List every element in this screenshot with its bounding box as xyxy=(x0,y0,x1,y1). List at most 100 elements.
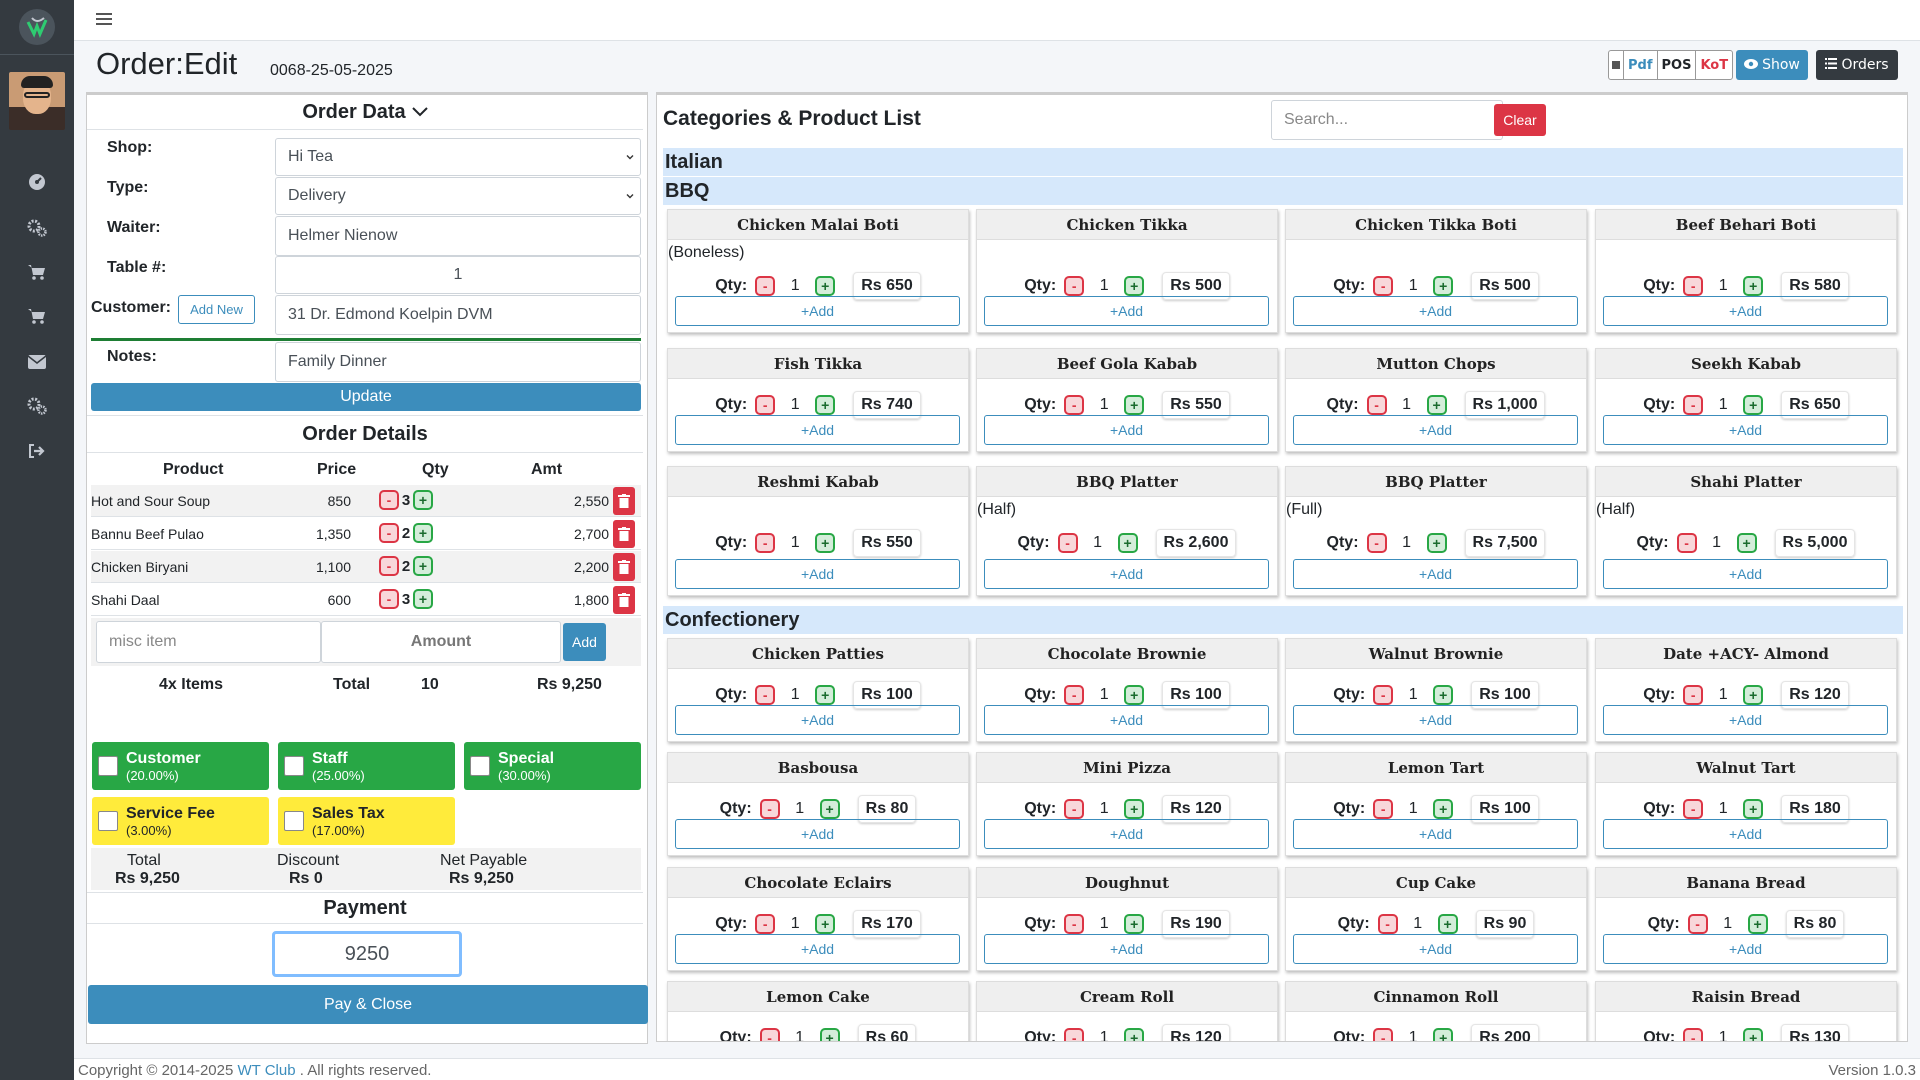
increase-qty-button[interactable]: + xyxy=(1124,685,1145,705)
delete-item-button[interactable] xyxy=(613,487,635,515)
increase-qty-button[interactable]: + xyxy=(1426,395,1447,415)
increase-qty-button[interactable]: + xyxy=(1743,799,1764,819)
qty-value[interactable]: 1 xyxy=(1084,1029,1124,1041)
add-product-button[interactable]: +Add xyxy=(1293,559,1578,589)
qty-value[interactable]: 1 xyxy=(775,396,815,414)
increase-qty-button[interactable]: + xyxy=(1743,685,1764,705)
increase-qty-button[interactable]: + xyxy=(1437,914,1458,934)
waiter-input[interactable]: Helmer Nienow xyxy=(275,216,641,256)
add-product-button[interactable]: +Add xyxy=(1603,705,1888,735)
add-product-button[interactable]: +Add xyxy=(1293,819,1578,849)
decrease-qty-button[interactable]: - xyxy=(1366,395,1387,415)
hamburger-menu-icon[interactable] xyxy=(96,11,114,29)
add-product-button[interactable]: +Add xyxy=(1603,819,1888,849)
increase-qty-button[interactable]: + xyxy=(1433,1028,1454,1041)
increase-qty-button[interactable]: + xyxy=(1426,533,1447,553)
increase-qty-button[interactable]: + xyxy=(1747,914,1768,934)
brand-link[interactable]: WT Club xyxy=(238,1062,296,1079)
add-product-button[interactable]: +Add xyxy=(675,705,960,735)
increase-qty-button[interactable]: + xyxy=(815,276,836,296)
increase-qty-button[interactable]: + xyxy=(1124,276,1145,296)
envelope-icon[interactable] xyxy=(27,352,47,372)
qty-value[interactable]: 1 xyxy=(1703,277,1743,295)
qty-value[interactable]: 1 xyxy=(1393,1029,1433,1041)
add-product-button[interactable]: +Add xyxy=(1603,296,1888,326)
decrease-qty-button[interactable]: - xyxy=(755,395,776,415)
pos-button[interactable]: POS xyxy=(1658,51,1697,79)
cogs-icon[interactable] xyxy=(27,218,47,238)
add-product-button[interactable]: +Add xyxy=(1603,415,1888,445)
increase-qty-button[interactable]: + xyxy=(1743,1028,1764,1041)
orders-button[interactable]: Orders xyxy=(1816,50,1898,80)
qty-value[interactable]: 1 xyxy=(1398,915,1438,933)
increase-qty-button[interactable]: + xyxy=(413,523,433,543)
qty-value[interactable]: 1 xyxy=(1703,1029,1743,1041)
discount-checkbox[interactable] xyxy=(284,756,304,776)
decrease-qty-button[interactable]: - xyxy=(759,1028,780,1041)
add-product-button[interactable]: +Add xyxy=(984,705,1269,735)
notes-input[interactable]: Family Dinner xyxy=(275,342,641,382)
add-product-button[interactable]: +Add xyxy=(1603,934,1888,964)
increase-qty-button[interactable]: + xyxy=(1743,276,1764,296)
increase-qty-button[interactable]: + xyxy=(1117,533,1138,553)
update-button[interactable]: Update xyxy=(91,383,641,411)
user-avatar[interactable] xyxy=(9,72,65,130)
add-product-button[interactable]: +Add xyxy=(984,934,1269,964)
product-search-input[interactable]: Search... xyxy=(1271,100,1503,140)
decrease-qty-button[interactable]: - xyxy=(379,589,399,609)
increase-qty-button[interactable]: + xyxy=(1433,685,1454,705)
decrease-qty-button[interactable]: - xyxy=(1683,1028,1704,1041)
decrease-qty-button[interactable]: - xyxy=(1366,533,1387,553)
order-data-header[interactable]: Order Data xyxy=(87,95,643,130)
decrease-qty-button[interactable]: - xyxy=(759,799,780,819)
discount-customer[interactable]: Customer (20.00%) xyxy=(92,742,269,790)
decrease-qty-button[interactable]: - xyxy=(379,556,399,576)
increase-qty-button[interactable]: + xyxy=(413,556,433,576)
add-product-button[interactable]: +Add xyxy=(984,559,1269,589)
decrease-qty-button[interactable]: - xyxy=(755,533,776,553)
increase-qty-button[interactable]: + xyxy=(815,914,836,934)
cogs-icon[interactable] xyxy=(27,396,47,416)
decrease-qty-button[interactable]: - xyxy=(1687,914,1708,934)
increase-qty-button[interactable]: + xyxy=(1124,1028,1145,1041)
kot-button[interactable]: KoT xyxy=(1696,51,1732,79)
decrease-qty-button[interactable]: - xyxy=(755,914,776,934)
tax-checkbox[interactable] xyxy=(284,811,304,831)
increase-qty-button[interactable]: + xyxy=(815,395,836,415)
add-product-button[interactable]: +Add xyxy=(984,819,1269,849)
add-product-button[interactable]: +Add xyxy=(984,415,1269,445)
service-fee[interactable]: Service Fee (3.00%) xyxy=(92,797,269,845)
qty-value[interactable]: 1 xyxy=(1708,915,1748,933)
qty-value[interactable]: 1 xyxy=(780,800,820,818)
amount-input[interactable]: Amount xyxy=(321,621,561,663)
add-product-button[interactable]: +Add xyxy=(675,819,960,849)
decrease-qty-button[interactable]: - xyxy=(1683,395,1704,415)
decrease-qty-button[interactable]: - xyxy=(1683,685,1704,705)
add-product-button[interactable]: +Add xyxy=(1293,415,1578,445)
shop-select[interactable]: Hi Tea xyxy=(275,138,641,176)
category-bbq[interactable]: BBQ xyxy=(663,177,1903,205)
misc-item-input[interactable]: misc item xyxy=(96,621,321,663)
add-product-button[interactable]: +Add xyxy=(1293,705,1578,735)
delete-item-button[interactable] xyxy=(613,586,635,614)
add-new-customer-button[interactable]: Add New xyxy=(178,295,255,324)
discount-checkbox[interactable] xyxy=(98,756,118,776)
brand-logo-icon[interactable] xyxy=(19,9,55,45)
qty-value[interactable]: 1 xyxy=(1697,534,1737,552)
increase-qty-button[interactable]: + xyxy=(1124,395,1145,415)
increase-qty-button[interactable]: + xyxy=(819,1028,840,1041)
increase-qty-button[interactable]: + xyxy=(1736,533,1757,553)
decrease-qty-button[interactable]: - xyxy=(379,490,399,510)
fee-checkbox[interactable] xyxy=(98,811,118,831)
qty-value[interactable]: 1 xyxy=(775,534,815,552)
clear-search-button[interactable]: Clear xyxy=(1494,104,1546,136)
qty-value[interactable]: 1 xyxy=(1703,396,1743,414)
add-product-button[interactable]: +Add xyxy=(675,296,960,326)
increase-qty-button[interactable]: + xyxy=(819,799,840,819)
add-product-button[interactable]: +Add xyxy=(675,934,960,964)
decrease-qty-button[interactable]: - xyxy=(1373,1028,1394,1041)
qty-value[interactable]: 1 xyxy=(1084,800,1124,818)
decrease-qty-button[interactable]: - xyxy=(1064,395,1085,415)
delete-item-button[interactable] xyxy=(613,553,635,581)
increase-qty-button[interactable]: + xyxy=(1743,395,1764,415)
